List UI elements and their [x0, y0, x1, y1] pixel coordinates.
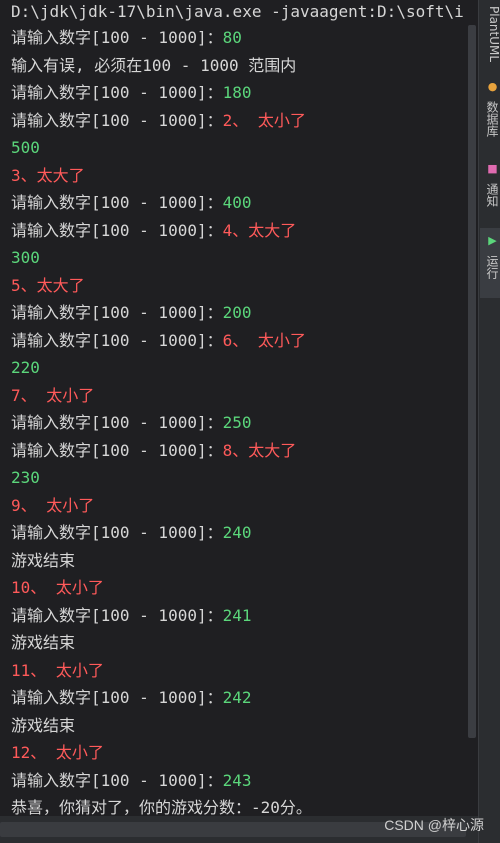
console-line: 游戏结束 [11, 629, 466, 657]
console-text: 230 [11, 468, 40, 487]
vertical-scrollbar-thumb[interactable] [468, 25, 476, 738]
command-line: D:\jdk\jdk-17\bin\java.exe -javaagent:D:… [11, 2, 464, 21]
vertical-scrollbar[interactable] [466, 0, 478, 816]
sidebar-item-label: 数据库 [485, 100, 499, 137]
console-line: 请输入数字[100 - 1000]：240 [11, 519, 466, 547]
console-input-value: 240 [222, 523, 252, 542]
console-line: 220 [11, 354, 466, 382]
sidebar-item-notifications[interactable]: ■ 通知 [480, 162, 500, 222]
run-icon: ▶ [486, 234, 499, 247]
console-line: 230 [11, 464, 466, 492]
console-input-value: 8、太大了 [222, 440, 297, 460]
console-input-value: 4、太大了 [222, 220, 297, 240]
console-line: 请输入数字[100 - 1000]：6、 太小了 [11, 327, 466, 355]
console-input-value: 180 [222, 83, 252, 102]
ide-window: D:\jdk\jdk-17\bin\java.exe -javaagent:D:… [0, 0, 500, 843]
console-prompt: 请输入数字[100 - 1000]： [11, 605, 223, 625]
console-input-value: 200 [222, 303, 252, 322]
console-line: 3、太大了 [11, 162, 466, 190]
console-text: 12、 太小了 [11, 743, 104, 762]
run-console[interactable]: D:\jdk\jdk-17\bin\java.exe -javaagent:D:… [0, 0, 466, 816]
sidebar-item-label: 通知 [485, 182, 499, 207]
console-prompt: 请输入数字[100 - 1000]： [11, 440, 223, 460]
console-text: 游戏结束 [11, 715, 76, 735]
console-line: 请输入数字[100 - 1000]：2、 太小了 [11, 107, 466, 135]
sidebar-item-run[interactable]: ▶ 运行 [480, 228, 500, 298]
console-line: 请输入数字[100 - 1000]：180 [11, 79, 466, 107]
console-input-value: 241 [222, 605, 252, 625]
console-line: 请输入数字[100 - 1000]：400 [11, 189, 466, 217]
console-line: 请输入数字[100 - 1000]：250 [11, 409, 466, 437]
console-input-value: 80 [222, 28, 242, 47]
console-line: 500 [11, 134, 466, 162]
console-line: 请输入数字[100 - 1000]：243 [11, 767, 466, 795]
console-line: 请输入数字[100 - 1000]：200 [11, 299, 466, 327]
sidebar-item-label: PlantUML [487, 6, 500, 63]
watermark: CSDN @梓心源 [384, 817, 484, 833]
console-text: 游戏结束 [11, 550, 76, 570]
console-line: 恭喜，你猜对了，你的游戏分数：-20分。 [11, 794, 466, 816]
console-text: 游戏结束 [11, 633, 76, 652]
console-line: 游戏结束 [11, 547, 466, 575]
console-prompt: 请输入数字[100 - 1000]： [11, 83, 223, 102]
console-text: 7、 太小了 [11, 385, 95, 405]
console-prompt: 请输入数字[100 - 1000]： [11, 303, 223, 322]
console-line: 输入有误, 必须在100 - 1000 范围内 [11, 52, 466, 80]
console-line: 请输入数字[100 - 1000]：242 [11, 684, 466, 712]
console-input-value: 243 [222, 770, 252, 790]
database-icon: ● [486, 80, 499, 93]
console-text: 220 [11, 358, 40, 377]
console-text: 300 [11, 248, 40, 267]
console-input-value: 242 [222, 688, 252, 707]
console-line: 5、太大了 [11, 272, 466, 300]
console-prompt: 请输入数字[100 - 1000]： [11, 330, 223, 350]
console-input-value: 250 [222, 413, 252, 432]
console-text: 10、 太小了 [11, 578, 104, 597]
console-line: 7、 太小了 [11, 382, 466, 410]
notification-icon: ■ [486, 162, 499, 175]
console-line: 10、 太小了 [11, 574, 466, 602]
console-text: 恭喜，你猜对了，你的游戏分数：-20分。 [11, 798, 312, 816]
console-text: 5、太大了 [11, 275, 85, 295]
console-prompt: 请输入数字[100 - 1000]： [11, 28, 223, 47]
sidebar-item-label: 运行 [485, 254, 499, 279]
console-line: 11、 太小了 [11, 657, 466, 685]
right-tool-sidebar: PlantUML ● 数据库 ■ 通知 ▶ 运行 [478, 0, 500, 843]
sidebar-item-database[interactable]: ● 数据库 [480, 80, 500, 150]
console-prompt: 请输入数字[100 - 1000]： [11, 413, 223, 432]
console-text: 9、 太小了 [11, 495, 95, 515]
console-output: 请输入数字[100 - 1000]：80 输入有误, 必须在100 - 1000 … [11, 24, 466, 816]
console-prompt: 请输入数字[100 - 1000]： [11, 110, 223, 130]
console-line: 12、 太小了 [11, 739, 466, 767]
console-prompt: 请输入数字[100 - 1000]： [11, 770, 223, 790]
console-line: 请输入数字[100 - 1000]：241 [11, 602, 466, 630]
console-prompt: 请输入数字[100 - 1000]： [11, 193, 223, 212]
console-text: 11、 太小了 [11, 660, 104, 680]
console-line: 游戏结束 [11, 712, 466, 740]
console-input-value: 6、 太小了 [222, 330, 306, 350]
console-line: 请输入数字[100 - 1000]：80 [11, 24, 466, 52]
sidebar-item-plantuml[interactable]: PlantUML [480, 6, 500, 63]
console-line: 请输入数字[100 - 1000]：8、太大了 [11, 437, 466, 465]
console-line: 请输入数字[100 - 1000]：4、太大了 [11, 217, 466, 245]
console-prompt: 请输入数字[100 - 1000]： [11, 688, 223, 707]
console-prompt: 请输入数字[100 - 1000]： [11, 220, 223, 240]
console-prompt: 请输入数字[100 - 1000]： [11, 523, 223, 542]
console-input-value: 2、 太小了 [222, 110, 306, 130]
console-text: 500 [11, 138, 40, 157]
console-line: 9、 太小了 [11, 492, 466, 520]
console-text: 输入有误, 必须在100 - 1000 范围内 [11, 55, 297, 75]
console-text: 3、太大了 [11, 165, 85, 185]
console-line: 300 [11, 244, 466, 272]
console-input-value: 400 [222, 193, 252, 212]
